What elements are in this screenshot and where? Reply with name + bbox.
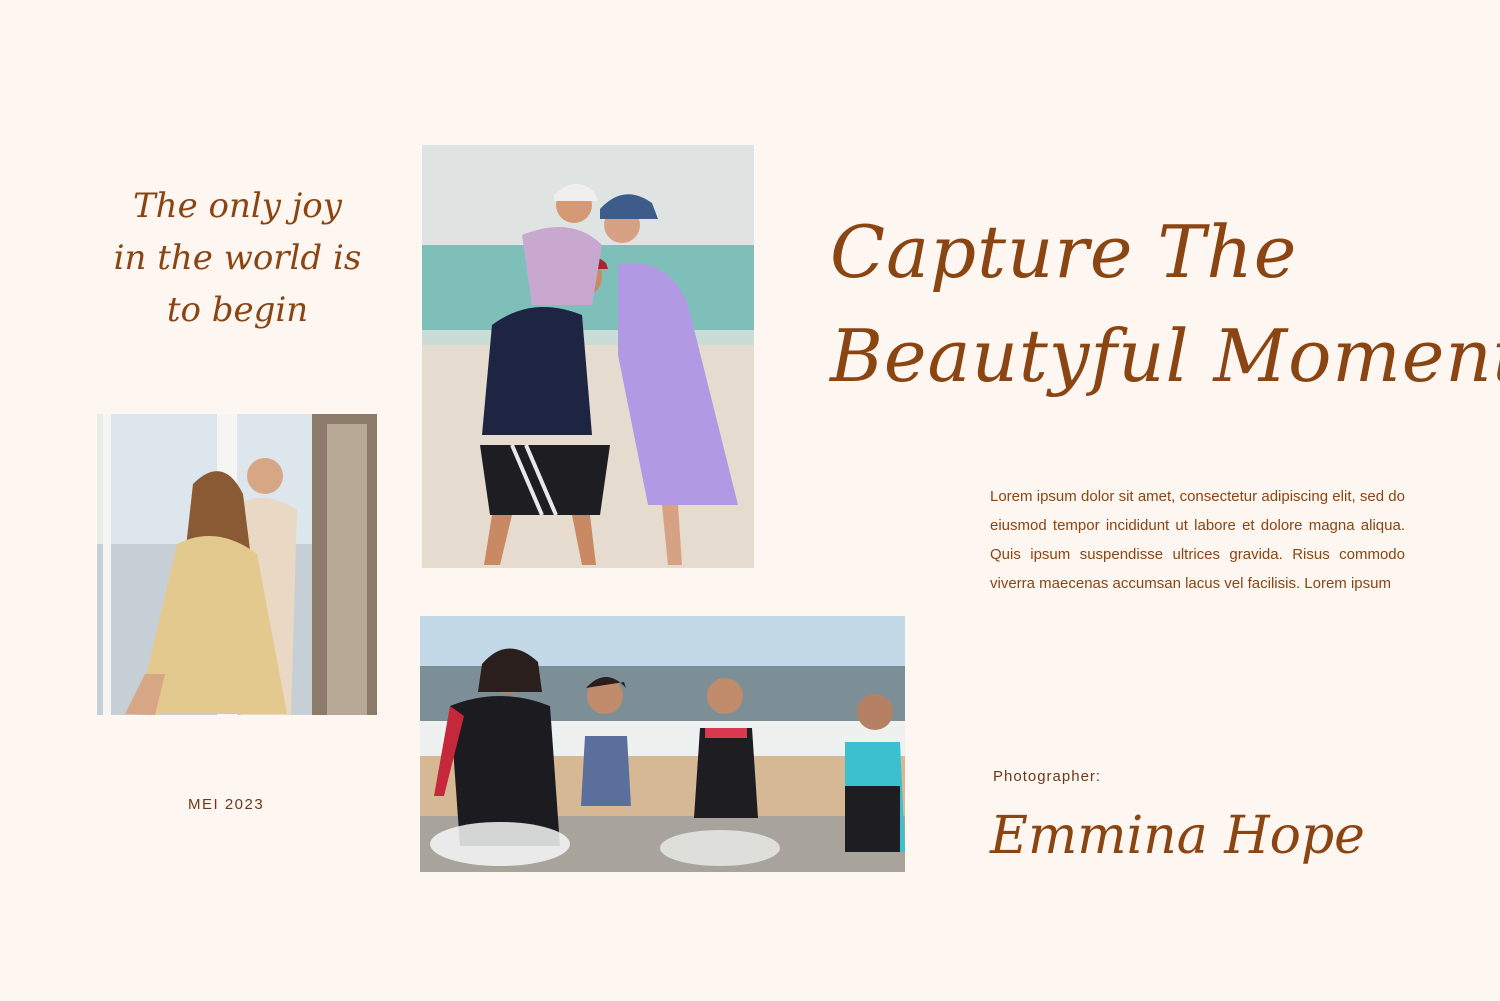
- photo-couple-dancing-image: [97, 414, 377, 715]
- page-title-line-1: Capture The: [830, 210, 1298, 294]
- photographer-label: Photographer:: [993, 768, 1102, 785]
- photo-kids-splashing: [420, 616, 905, 872]
- quote-line-1: The only joy: [133, 186, 342, 226]
- photo-family-beach-image: [422, 145, 754, 568]
- photographer-name: Emmina Hope: [990, 806, 1365, 866]
- quote-text: The only joy in the world is to begin: [95, 180, 380, 336]
- date-label: MEI 2023: [188, 796, 265, 813]
- quote-line-2: in the world is: [113, 238, 362, 278]
- photo-couple-dancing: [97, 414, 377, 715]
- page-title: Capture The Beautyful Moment: [830, 200, 1500, 408]
- description-paragraph: Lorem ipsum dolor sit amet, consectetur …: [990, 488, 1405, 592]
- photo-kids-splashing-image: [420, 616, 905, 872]
- quote-line-3: to begin: [166, 290, 309, 330]
- page-title-line-2: Beautyful Moment: [830, 314, 1500, 398]
- photo-family-beach: [422, 145, 754, 568]
